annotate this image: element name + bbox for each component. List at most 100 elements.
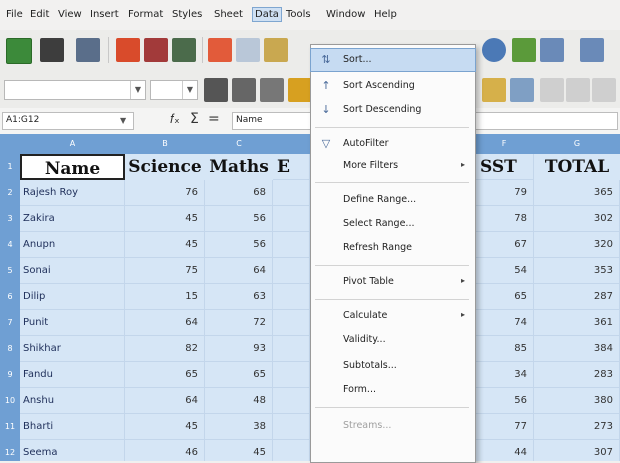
menu-sheet[interactable]: Sheet — [214, 9, 243, 20]
cell-total[interactable]: 302 — [534, 206, 620, 232]
cell-total[interactable]: 384 — [534, 336, 620, 362]
cell-e[interactable] — [273, 284, 310, 310]
header-cell-sst[interactable]: SST — [474, 154, 534, 180]
cell-maths[interactable]: 38 — [205, 414, 273, 440]
menu-item-select-range[interactable]: Select Range... — [311, 213, 475, 235]
column-icon[interactable] — [580, 38, 604, 62]
menu-tools[interactable]: Tools — [286, 9, 311, 20]
cell-e[interactable] — [273, 440, 310, 461]
cell-science[interactable]: 75 — [125, 258, 205, 284]
cell-e[interactable] — [273, 180, 310, 206]
print-preview-icon[interactable] — [172, 38, 196, 62]
cell-total[interactable]: 361 — [534, 310, 620, 336]
header-cell-science[interactable]: Science — [125, 154, 206, 181]
row-header[interactable]: 9 — [0, 362, 20, 389]
bold-icon[interactable] — [204, 78, 228, 102]
header-cell-total[interactable]: TOTAL — [534, 154, 620, 181]
cell-science[interactable]: 45 — [125, 414, 205, 440]
menu-item-sort[interactable]: ⇅ Sort... — [310, 48, 476, 72]
cell-sst[interactable]: 54 — [474, 258, 534, 284]
menu-item-validity[interactable]: Validity... — [311, 329, 475, 351]
cell-name[interactable]: Dilip — [20, 284, 125, 310]
cell-maths[interactable]: 45 — [205, 440, 273, 461]
cell-e[interactable] — [273, 388, 310, 414]
cell-name[interactable]: Anshu — [20, 388, 125, 414]
cell-sst[interactable]: 65 — [474, 284, 534, 310]
cell-total[interactable]: 273 — [534, 414, 620, 440]
row-icon[interactable] — [540, 38, 564, 62]
cell-science[interactable]: 45 — [125, 206, 205, 232]
formula-icon[interactable]: = — [208, 111, 220, 127]
column-header-d[interactable] — [273, 134, 311, 154]
menu-edit[interactable]: Edit — [30, 9, 49, 20]
menu-file[interactable]: File — [6, 9, 23, 20]
wrap-text-icon[interactable] — [510, 78, 534, 102]
paste-icon[interactable] — [264, 38, 288, 62]
cell-name[interactable]: Bharti — [20, 414, 125, 440]
column-header-b[interactable]: B — [125, 134, 206, 154]
menu-item-autofilter[interactable]: ▽ AutoFilter — [311, 133, 475, 155]
cell-name[interactable]: Fandu — [20, 362, 125, 388]
cell-maths[interactable]: 72 — [205, 310, 273, 336]
cell-total[interactable]: 283 — [534, 362, 620, 388]
merge-cells-icon[interactable] — [482, 78, 506, 102]
column-header-c[interactable]: C — [205, 134, 274, 154]
align-center-icon[interactable] — [566, 78, 590, 102]
cell-sst[interactable]: 44 — [474, 440, 534, 461]
chevron-down-icon[interactable]: ▼ — [130, 81, 145, 99]
column-header-g[interactable]: G — [534, 134, 620, 154]
align-bottom-icon[interactable] — [592, 78, 616, 102]
menu-item-sort-ascending[interactable]: ↑ Sort Ascending — [311, 75, 475, 97]
cell-sst[interactable]: 56 — [474, 388, 534, 414]
menu-item-refresh-range[interactable]: Refresh Range — [311, 237, 475, 259]
cell-name[interactable]: Zakira — [20, 206, 125, 232]
cell-sst[interactable]: 79 — [474, 180, 534, 206]
cell-name[interactable]: Punit — [20, 310, 125, 336]
align-top-icon[interactable] — [540, 78, 564, 102]
row-header[interactable]: 11 — [0, 414, 20, 441]
cell-maths[interactable]: 68 — [205, 180, 273, 206]
export-pdf-icon[interactable] — [116, 38, 140, 62]
cell-e[interactable] — [273, 414, 310, 440]
new-document-icon[interactable] — [6, 38, 32, 64]
row-header[interactable]: 4 — [0, 232, 20, 259]
cell-e[interactable] — [273, 362, 310, 388]
cell-total[interactable]: 353 — [534, 258, 620, 284]
row-header[interactable]: 5 — [0, 258, 20, 285]
menu-help[interactable]: Help — [374, 9, 397, 20]
header-cell-name[interactable]: Name — [20, 154, 125, 180]
print-icon[interactable] — [144, 38, 168, 62]
cell-name[interactable]: Sonai — [20, 258, 125, 284]
cell-sst[interactable]: 85 — [474, 336, 534, 362]
cell-name[interactable]: Rajesh Roy — [20, 180, 125, 206]
find-replace-icon[interactable] — [482, 38, 506, 62]
italic-icon[interactable] — [232, 78, 256, 102]
cell-maths[interactable]: 56 — [205, 232, 273, 258]
menu-format[interactable]: Format — [128, 9, 163, 20]
cell-maths[interactable]: 48 — [205, 388, 273, 414]
menu-item-calculate[interactable]: Calculate ▸ — [311, 305, 475, 327]
cell-total[interactable]: 320 — [534, 232, 620, 258]
menu-insert[interactable]: Insert — [90, 9, 119, 20]
header-cell-e[interactable]: E — [273, 154, 310, 180]
cell-science[interactable]: 15 — [125, 284, 205, 310]
cell-total[interactable]: 307 — [534, 440, 620, 461]
cell-total[interactable]: 365 — [534, 180, 620, 206]
cell-maths[interactable]: 65 — [205, 362, 273, 388]
cell-science[interactable]: 76 — [125, 180, 205, 206]
cell-sst[interactable]: 78 — [474, 206, 534, 232]
menu-item-subtotals[interactable]: Subtotals... — [311, 355, 475, 377]
save-icon[interactable] — [76, 38, 100, 62]
cell-name[interactable]: Seema — [20, 440, 125, 461]
cell-e[interactable] — [273, 206, 310, 232]
chevron-down-icon[interactable]: ▼ — [182, 81, 197, 99]
copy-icon[interactable] — [236, 38, 260, 62]
cell-sst[interactable]: 74 — [474, 310, 534, 336]
cell-e[interactable] — [273, 336, 310, 362]
menu-styles[interactable]: Styles — [172, 9, 202, 20]
menu-data[interactable]: Data — [252, 7, 282, 22]
row-header[interactable]: 10 — [0, 388, 20, 415]
cell-sst[interactable]: 67 — [474, 232, 534, 258]
column-header-a[interactable]: A — [20, 134, 126, 154]
row-header-1[interactable]: 1 — [0, 154, 20, 181]
